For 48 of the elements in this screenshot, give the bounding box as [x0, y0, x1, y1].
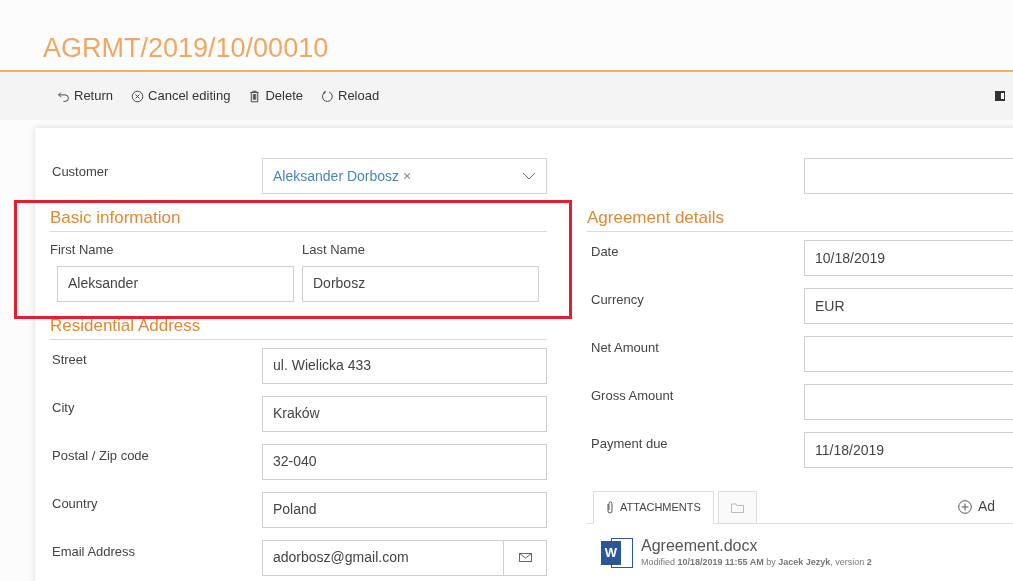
text-field[interactable]: Dorbosz: [302, 265, 539, 302]
section-heading: Basic information: [50, 208, 181, 227]
text-field[interactable]: Poland: [262, 491, 547, 528]
field-label: Net Amount: [590, 339, 660, 357]
section-heading: Agreement details: [587, 208, 725, 227]
folder-icon: [730, 502, 744, 513]
text-field[interactable]: 10/18/2019: [804, 240, 1013, 276]
field-label: Currency: [590, 291, 645, 309]
text-field[interactable]: [804, 158, 1013, 194]
text-field[interactable]: EUR: [804, 288, 1013, 324]
field-label: Last Name: [302, 241, 366, 259]
plus-circle-icon: [957, 499, 972, 514]
field-label: Customer: [51, 163, 110, 181]
text-field[interactable]: ul. Wielicka 433: [262, 347, 547, 384]
toolbar-button[interactable]: Reload: [321, 86, 380, 106]
text-field[interactable]: 11/18/2019: [804, 432, 1013, 468]
field-label: Country: [51, 494, 99, 513]
field-label: Date: [590, 243, 620, 261]
field-label: First Name: [50, 241, 115, 259]
field-label: Gross Amount: [590, 387, 675, 405]
field-label: Street: [51, 350, 88, 369]
file-name[interactable]: Agreement.docx: [641, 536, 872, 556]
cancel-icon: [131, 89, 145, 103]
toolbar-button[interactable]: Cancel editing: [131, 86, 231, 106]
attachments-tab[interactable]: ATTACHMENTS: [593, 491, 714, 524]
attachments-tab[interactable]: [717, 491, 757, 524]
toolbar-button[interactable]: Return: [57, 86, 114, 106]
field-label: Email Address: [51, 542, 137, 561]
text-field[interactable]: Aleksander: [57, 265, 294, 302]
paperclip-icon: [606, 501, 614, 514]
page-title: AGRMT/2019/10/00010: [43, 32, 329, 64]
add-button[interactable]: Ad: [957, 490, 995, 523]
field-label: City: [51, 398, 76, 417]
trash-icon: [248, 89, 262, 103]
text-field[interactable]: [804, 384, 1013, 420]
text-field[interactable]: Kraków: [262, 395, 547, 432]
toolbar-button[interactable]: Delete: [248, 86, 303, 106]
reload-icon: [321, 89, 334, 103]
section-heading: Residential Address: [50, 315, 201, 335]
text-field[interactable]: [804, 336, 1013, 372]
return-arrow-icon: [57, 89, 70, 103]
field-label: Payment due: [590, 435, 669, 453]
customer-select[interactable]: Aleksander Dorbosz ×: [262, 158, 547, 194]
file-info: Modified 10/18/2019 11:55 AM by Jacek Jezyk, version 2: [641, 556, 872, 569]
text-field[interactable]: 32-040: [262, 443, 547, 480]
remove-button[interactable]: ×: [403, 165, 412, 187]
field-label: Postal / Zip code: [51, 446, 150, 465]
chevron-down-icon: [522, 172, 536, 180]
